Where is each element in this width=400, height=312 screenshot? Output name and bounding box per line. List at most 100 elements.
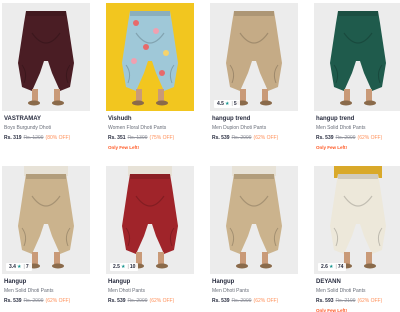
product-card[interactable]: 3.4★ |7 Hangup Men Solid Dhoti Pants Rs. 539… xyxy=(2,166,90,312)
product-info: Hangup Men Dhoti Pants Rs. 539 Rs. 2099 (62%… xyxy=(212,278,298,305)
rating-badge: 4.5★ |5 xyxy=(214,100,240,108)
product-brand: VASTRAMAY xyxy=(4,116,42,122)
product-price-row: Rs. 539 Rs. 2099 (62% OFF) xyxy=(212,135,298,142)
price-mrp: Rs. 1299 xyxy=(23,135,44,141)
product-description: Men Solid Dhoti Pants xyxy=(316,288,366,294)
price-mrp: Rs. 2099 xyxy=(127,298,148,304)
price-mrp: Rs. 2099 xyxy=(231,135,252,141)
product-image xyxy=(106,166,194,274)
product-price-row: Rs. 593 Rs. 2199 (62% OFF) xyxy=(316,298,400,305)
product-image xyxy=(210,3,298,111)
product-image xyxy=(106,3,194,111)
product-image xyxy=(2,3,90,111)
rating-value: 2.6 xyxy=(321,264,328,270)
product-description: Women Floral Dhoti Pants xyxy=(108,125,167,131)
rating-value: 4.5 xyxy=(217,101,224,107)
product-thumbnail[interactable] xyxy=(2,3,90,111)
product-card[interactable]: 2.5★ |10 Hangup Men Dhoti Pants Rs. 539 Rs. 2… xyxy=(106,166,194,312)
stock-warning: Only Few Left! xyxy=(108,145,140,150)
product-image xyxy=(314,166,400,274)
product-brand: Hangup xyxy=(108,279,131,285)
product-card[interactable]: hangup trend Men Solid Dhoti Pants Rs. 539… xyxy=(314,3,400,159)
product-image xyxy=(210,166,298,274)
product-grid: VASTRAMAY Boys Burgundy Dhoti Rs. 319 Rs. 1… xyxy=(0,0,400,312)
price-mrp: Rs. 1399 xyxy=(127,135,148,141)
discount-label: (62% OFF) xyxy=(253,298,279,304)
rating-count: 7 xyxy=(25,264,29,270)
star-icon: ★ xyxy=(328,264,334,270)
price-mrp: Rs. 2099 xyxy=(231,298,252,304)
rating-badge: 2.5★ |10 xyxy=(110,263,139,271)
product-info: hangup trend Men Dupion Dhoti Pants Rs. 53… xyxy=(212,115,298,142)
rating-badge: 3.4★ |7 xyxy=(6,263,32,271)
product-price-row: Rs. 319 Rs. 1299 (80% OFF) xyxy=(4,135,90,142)
discount-label: (62% OFF) xyxy=(149,298,175,304)
product-info: DEYANN Men Solid Dhoti Pants Rs. 593 Rs. 21… xyxy=(316,278,400,312)
product-brand: Hangup xyxy=(212,279,235,285)
rating-count: 5 xyxy=(233,101,237,107)
rating-count: 74 xyxy=(337,264,344,270)
product-card[interactable]: Vishudh Women Floral Dhoti Pants Rs. 351 Rs… xyxy=(106,3,194,159)
product-description: Men Solid Dhoti Pants xyxy=(4,288,54,294)
price-current: Rs. 319 xyxy=(4,135,22,141)
product-thumbnail[interactable] xyxy=(106,3,194,111)
product-card[interactable]: VASTRAMAY Boys Burgundy Dhoti Rs. 319 Rs. 1… xyxy=(2,3,90,159)
product-brand: DEYANN xyxy=(316,279,341,285)
product-thumbnail[interactable]: 2.5★ |10 xyxy=(106,166,194,274)
product-info: hangup trend Men Solid Dhoti Pants Rs. 539… xyxy=(316,115,400,151)
star-icon: ★ xyxy=(224,101,230,107)
product-price-row: Rs. 539 Rs. 2099 (62% OFF) xyxy=(108,298,194,305)
rating-separator: | xyxy=(335,264,337,270)
star-icon: ★ xyxy=(16,264,22,270)
product-card[interactable]: Hangup Men Dhoti Pants Rs. 539 Rs. 2099 (62%… xyxy=(210,166,298,312)
price-mrp: Rs. 2099 xyxy=(335,135,356,141)
discount-label: (62% OFF) xyxy=(45,298,71,304)
product-info: Hangup Men Solid Dhoti Pants Rs. 539 Rs. 20… xyxy=(4,278,90,305)
product-thumbnail[interactable]: 3.4★ |7 xyxy=(2,166,90,274)
product-thumbnail[interactable] xyxy=(314,3,400,111)
product-brand: hangup trend xyxy=(212,116,251,122)
stock-warning: Only Few Left! xyxy=(316,145,348,150)
price-mrp: Rs. 2199 xyxy=(335,298,356,304)
product-info: Vishudh Women Floral Dhoti Pants Rs. 351 Rs… xyxy=(108,115,194,151)
product-brand: Hangup xyxy=(4,279,27,285)
price-current: Rs. 351 xyxy=(108,135,126,141)
product-thumbnail[interactable]: 2.6★ |74 xyxy=(314,166,400,274)
discount-label: (75% OFF) xyxy=(149,135,175,141)
product-card[interactable]: 2.6★ |74 DEYANN Men Solid Dhoti Pants Rs. 59… xyxy=(314,166,400,312)
product-info: Hangup Men Dhoti Pants Rs. 539 Rs. 2099 (62%… xyxy=(108,278,194,305)
price-current: Rs. 539 xyxy=(316,135,334,141)
product-image xyxy=(314,3,400,111)
price-current: Rs. 593 xyxy=(316,298,334,304)
product-image xyxy=(2,166,90,274)
rating-separator: | xyxy=(127,264,129,270)
product-description: Boys Burgundy Dhoti xyxy=(4,125,51,131)
price-current: Rs. 539 xyxy=(212,135,230,141)
rating-separator: | xyxy=(231,101,233,107)
product-thumbnail[interactable] xyxy=(210,166,298,274)
star-icon: ★ xyxy=(120,264,126,270)
product-price-row: Rs. 351 Rs. 1399 (75% OFF) xyxy=(108,135,194,142)
product-price-row: Rs. 539 Rs. 2099 (62% OFF) xyxy=(4,298,90,305)
product-description: Men Dhoti Pants xyxy=(212,288,249,294)
product-info: VASTRAMAY Boys Burgundy Dhoti Rs. 319 Rs. 1… xyxy=(4,115,90,142)
product-thumbnail[interactable]: 4.5★ |5 xyxy=(210,3,298,111)
product-brand: hangup trend xyxy=(316,116,355,122)
rating-separator: | xyxy=(23,264,25,270)
product-description: Men Solid Dhoti Pants xyxy=(316,125,366,131)
product-description: Men Dupion Dhoti Pants xyxy=(212,125,267,131)
rating-count: 10 xyxy=(129,264,136,270)
discount-label: (62% OFF) xyxy=(357,135,383,141)
price-current: Rs. 539 xyxy=(108,298,126,304)
price-current: Rs. 539 xyxy=(212,298,230,304)
price-current: Rs. 539 xyxy=(4,298,22,304)
product-card[interactable]: 4.5★ |5 hangup trend Men Dupion Dhoti Pants… xyxy=(210,3,298,159)
rating-value: 2.5 xyxy=(113,264,120,270)
price-mrp: Rs. 2099 xyxy=(23,298,44,304)
rating-value: 3.4 xyxy=(9,264,16,270)
product-brand: Vishudh xyxy=(108,116,132,122)
stock-warning: Only Few Left! xyxy=(316,308,348,312)
discount-label: (62% OFF) xyxy=(253,135,279,141)
rating-badge: 2.6★ |74 xyxy=(318,263,347,271)
product-price-row: Rs. 539 Rs. 2099 (62% OFF) xyxy=(212,298,298,305)
